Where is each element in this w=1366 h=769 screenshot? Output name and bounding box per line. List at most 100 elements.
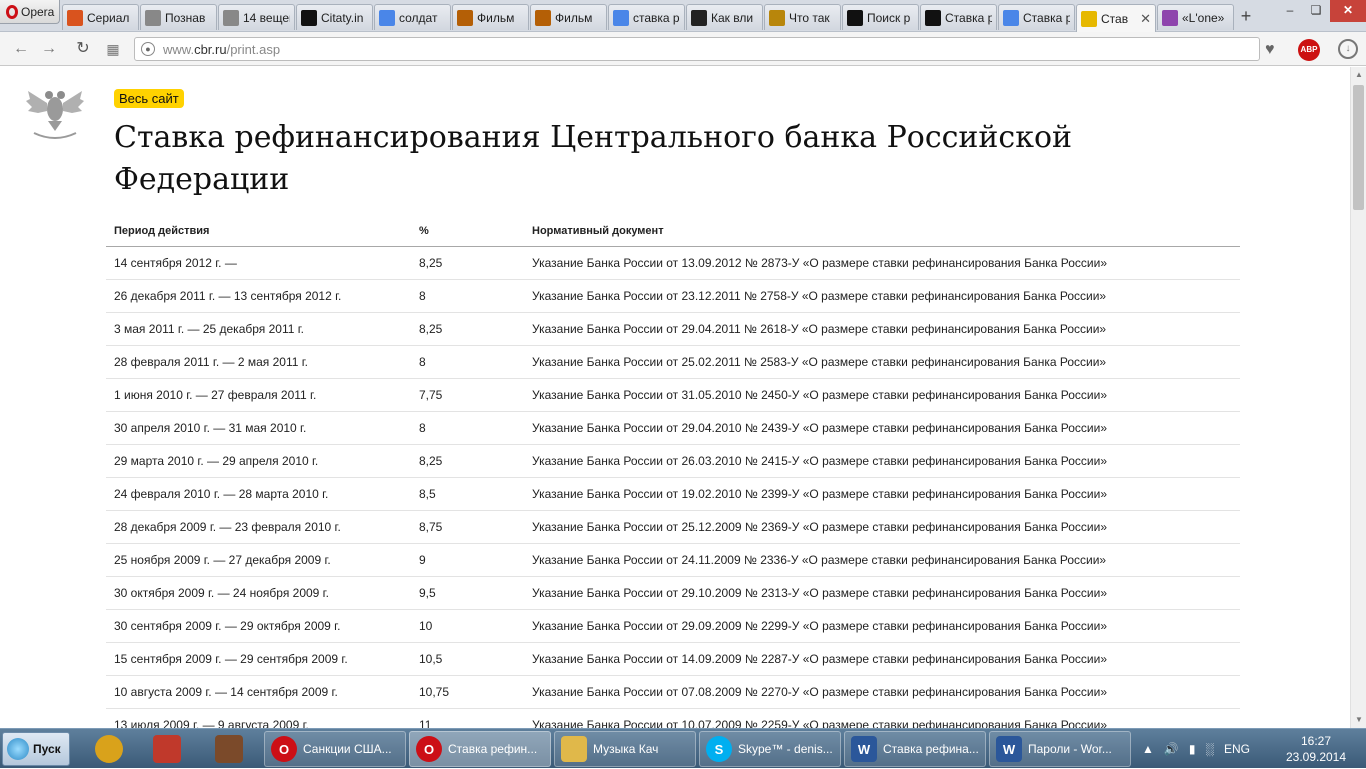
table-row: 28 декабря 2009 г. — 23 февраля 2010 г. 8… (106, 510, 1240, 544)
cell-rate: 9,5 (411, 576, 524, 610)
stash-heart-icon[interactable]: ♥ (1265, 41, 1275, 59)
minimize-window-button[interactable]: – (1277, 0, 1303, 22)
volume-icon[interactable]: 🔊 (1164, 742, 1179, 756)
browser-tab[interactable]: Став ✕ (1076, 4, 1156, 32)
browser-tab[interactable]: ставка р (608, 4, 685, 30)
word-icon: W (996, 736, 1022, 762)
pinned-app[interactable] (212, 733, 246, 765)
browser-tab-label: солдат (399, 10, 438, 25)
table-header-row: Период действия % Нормативный документ (106, 217, 1240, 247)
taskbar-window-button[interactable]: W Пароли - Wor... (989, 731, 1131, 767)
browser-tab[interactable]: Поиск р (842, 4, 919, 30)
address-bar[interactable]: ● www.cbr.ru/print.asp (134, 37, 1260, 61)
browser-tab[interactable]: «L'one» (1157, 4, 1234, 30)
scroll-down-icon[interactable]: ▼ (1351, 712, 1366, 728)
maximize-window-button[interactable]: ❏ (1303, 0, 1329, 22)
show-hidden-icons-icon[interactable]: ▲ (1142, 742, 1154, 756)
music-icon (1162, 9, 1178, 26)
site-info-icon[interactable]: ● (141, 42, 155, 56)
bulb-icon (223, 9, 239, 26)
taskbar-window-button[interactable]: O Санкции США... (264, 731, 406, 767)
cell-period: 10 августа 2009 г. — 14 сентября 2009 г. (106, 675, 411, 709)
tab-list: Сериал Познав 14 вещей Citaty.in солдат Фильм… (62, 4, 1235, 32)
cell-document: Указание Банка России от 23.12.2011 № 27… (524, 279, 1240, 313)
scrollbar-thumb[interactable] (1353, 85, 1364, 210)
cell-document: Указание Банка России от 29.04.2010 № 24… (524, 411, 1240, 445)
vertical-scrollbar[interactable]: ▲ ▼ (1350, 67, 1366, 728)
cell-document: Указание Банка России от 26.03.2010 № 24… (524, 444, 1240, 478)
cell-document: Указание Банка России от 14.09.2009 № 22… (524, 642, 1240, 676)
table-row: 10 августа 2009 г. — 14 сентября 2009 г.… (106, 675, 1240, 709)
clock-date: 23.09.2014 (1285, 750, 1347, 764)
film-icon (457, 9, 473, 26)
table-row: 3 мая 2011 г. — 25 декабря 2011 г. 8,25 Ук… (106, 312, 1240, 346)
table-row: 29 марта 2010 г. — 29 апреля 2010 г. 8,25… (106, 444, 1240, 478)
cell-document: Указание Банка России от 31.05.2010 № 24… (524, 378, 1240, 412)
table-row: 28 февраля 2011 г. — 2 мая 2011 г. 8 Указа… (106, 345, 1240, 379)
puzzle-app-icon (153, 735, 181, 763)
start-label: Пуск (33, 742, 61, 756)
cell-rate: 8 (411, 279, 524, 313)
pinned-app[interactable] (92, 733, 126, 765)
network-signal-icon[interactable]: ░ (1205, 742, 1214, 756)
opera-menu-label: Opera (21, 4, 55, 19)
cell-period: 30 октября 2009 г. — 24 ноября 2009 г. (106, 576, 411, 610)
browser-tab[interactable]: Фильм (530, 4, 607, 30)
cell-rate: 10 (411, 609, 524, 643)
browser-tab-strip: Opera Сериал Познав 14 вещей Citaty.in солда… (0, 0, 1366, 32)
adblock-plus-icon[interactable]: ABP (1298, 39, 1320, 61)
download-icon[interactable]: ↓ (1338, 39, 1358, 59)
cell-rate: 8,75 (411, 510, 524, 544)
taskbar-window-button[interactable]: Музыка Кач (554, 731, 696, 767)
browser-tab[interactable]: Ставка р (920, 4, 997, 30)
browser-tab-label: Что так (789, 10, 830, 25)
refinancing-rate-table: Период действия % Нормативный документ 1… (106, 217, 1240, 728)
taskbar-window-button[interactable]: S Skype™ - denis... (699, 731, 841, 767)
page-content: Весь сайт Ставка рефинансирования Центра… (0, 67, 1350, 728)
taskbar-window-button[interactable]: W Ставка рефина... (844, 731, 986, 767)
scroll-up-icon[interactable]: ▲ (1351, 67, 1366, 83)
close-window-button[interactable]: ✕ (1330, 0, 1366, 22)
cell-document: Указание Банка России от 29.09.2009 № 22… (524, 609, 1240, 643)
cell-period: 26 декабря 2011 г. — 13 сентября 2012 г. (106, 279, 411, 313)
a-icon (847, 9, 863, 26)
browser-tab-label: Став (1101, 11, 1129, 26)
url-text: www.cbr.ru/print.asp (163, 41, 281, 57)
column-header-document: Нормативный документ (524, 217, 1240, 247)
full-site-button[interactable]: Весь сайт (114, 89, 184, 108)
browser-tab[interactable]: Citaty.in (296, 4, 373, 30)
table-row: 14 сентября 2012 г. —8,25 Указание Банка … (106, 246, 1240, 280)
pinned-app[interactable] (150, 733, 184, 765)
new-tab-button[interactable]: + (1236, 6, 1256, 27)
browser-tab[interactable]: Ставка р (998, 4, 1075, 30)
close-tab-icon[interactable]: ✕ (1140, 11, 1151, 27)
speed-dial-icon[interactable]: ▦ (102, 38, 124, 60)
battery-icon[interactable]: ▮ (1189, 742, 1196, 756)
cell-rate: 10,75 (411, 675, 524, 709)
cell-rate: 11 (411, 708, 524, 728)
browser-tab[interactable]: Сериал (62, 4, 139, 30)
cell-period: 29 марта 2010 г. — 29 апреля 2010 г. (106, 444, 411, 478)
reload-icon[interactable]: ↻ (72, 38, 94, 60)
cell-period: 28 февраля 2011 г. — 2 мая 2011 г. (106, 345, 411, 379)
cell-rate: 8 (411, 411, 524, 445)
back-icon[interactable]: ← (10, 38, 32, 60)
browser-tab[interactable]: Как вли (686, 4, 763, 30)
browser-tab-label: «L'one» (1182, 10, 1225, 25)
cell-rate: 8,25 (411, 312, 524, 346)
taskbar-window-button[interactable]: O Ставка рефин... (409, 731, 551, 767)
browser-tab[interactable]: Фильм (452, 4, 529, 30)
browser-tab[interactable]: Что так (764, 4, 841, 30)
opera-menu-button[interactable]: Opera (0, 0, 60, 24)
language-indicator[interactable]: ENG (1224, 742, 1250, 756)
clock[interactable]: 16:27 23.09.2014 (1284, 733, 1348, 765)
browser-tab[interactable]: 14 вещей (218, 4, 295, 30)
browser-tab[interactable]: солдат (374, 4, 451, 30)
table-row: 25 ноября 2009 г. — 27 декабря 2009 г. 9 У… (106, 543, 1240, 577)
forward-icon[interactable]: → (38, 38, 60, 60)
browser-tab[interactable]: Познав (140, 4, 217, 30)
taskbar-window-label: Ставка рефина... (883, 742, 979, 756)
table-row: 13 июля 2009 г. — 9 августа 2009 г. 11 Ука… (106, 708, 1240, 728)
cell-period: 24 февраля 2010 г. — 28 марта 2010 г. (106, 477, 411, 511)
start-button[interactable]: Пуск (2, 732, 70, 766)
